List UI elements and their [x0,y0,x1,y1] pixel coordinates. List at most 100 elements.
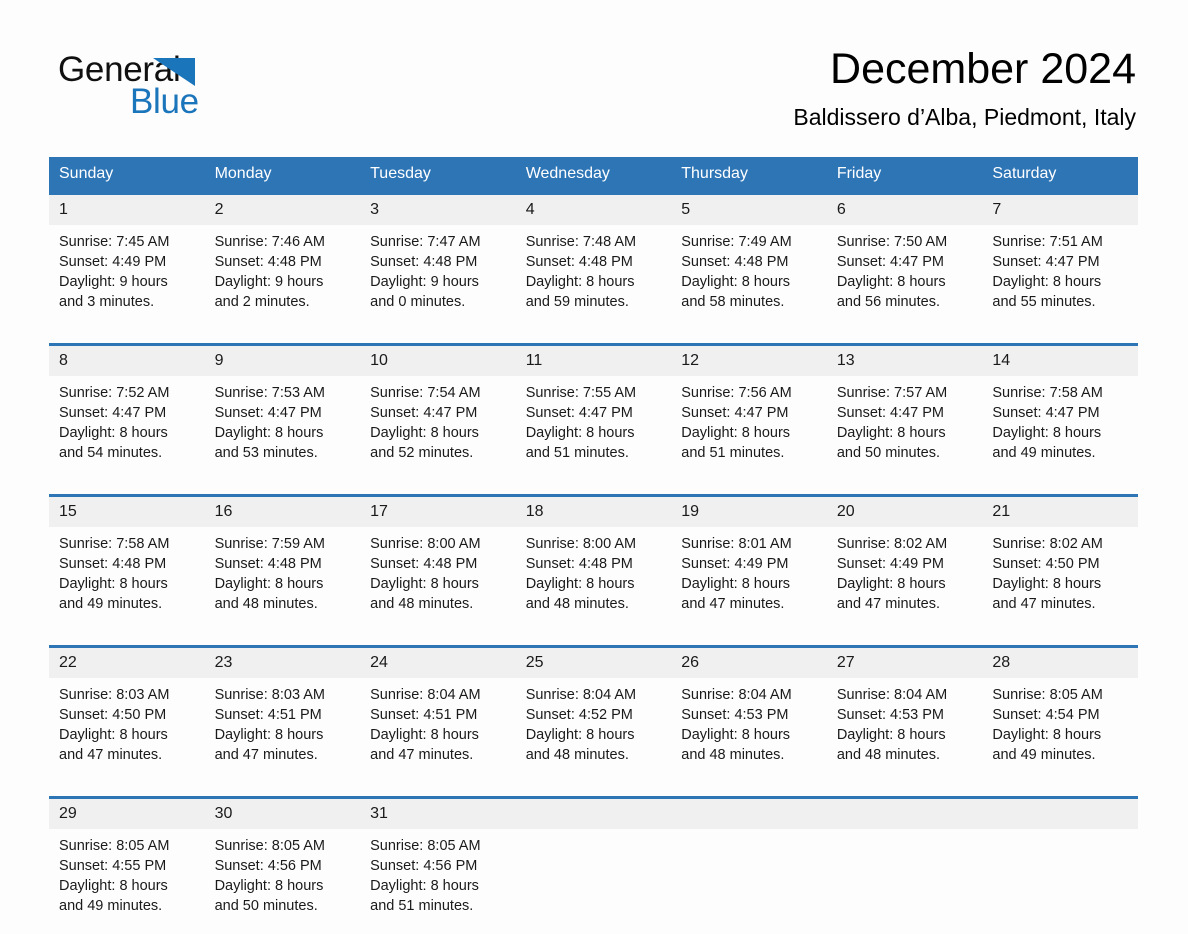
week-detail-row: Sunrise: 7:45 AM Sunset: 4:49 PM Daylight:… [49,225,1138,330]
daylight-text-line2: and 52 minutes. [370,445,474,461]
day-cell[interactable]: Sunrise: 8:00 AM Sunset: 4:48 PM Daylight:… [515,527,672,632]
day-cell[interactable]: Sunrise: 8:04 AM Sunset: 4:53 PM Daylight:… [671,678,827,783]
day-cell[interactable]: Sunrise: 7:58 AM Sunset: 4:47 PM Daylight:… [982,376,1138,481]
day-number[interactable]: 27 [826,648,983,678]
daylight-text-line2: and 51 minutes. [525,445,629,461]
day-cell[interactable]: Sunrise: 7:53 AM Sunset: 4:47 PM Daylight:… [204,376,361,481]
logo-text-blue: Blue [130,82,199,121]
sunrise-text: Sunrise: 8:04 AM [370,687,481,703]
daylight-text-line2: and 50 minutes. [836,445,940,461]
day-number[interactable]: 23 [204,648,361,678]
day-number[interactable]: 29 [49,799,205,829]
day-cell-empty [671,829,827,934]
day-number[interactable]: 12 [671,346,827,376]
day-cell[interactable]: Sunrise: 7:45 AM Sunset: 4:49 PM Daylight:… [49,225,205,330]
day-cell[interactable]: Sunrise: 7:57 AM Sunset: 4:47 PM Daylight:… [826,376,983,481]
week-daynumber-row: 29 30 31 [49,799,1138,829]
day-number[interactable]: 8 [49,346,205,376]
sunset-text: Sunset: 4:47 PM [370,405,478,421]
day-number[interactable]: 11 [515,346,672,376]
day-number[interactable]: 7 [982,195,1138,225]
sunrise-text: Sunrise: 7:52 AM [59,385,170,401]
day-cell[interactable]: Sunrise: 7:52 AM Sunset: 4:47 PM Daylight:… [49,376,205,481]
day-cell[interactable]: Sunrise: 8:05 AM Sunset: 4:56 PM Daylight:… [204,829,361,934]
page-title: December 2024 [830,45,1136,93]
day-cell[interactable]: Sunrise: 8:05 AM Sunset: 4:56 PM Daylight:… [360,829,516,934]
day-cell[interactable]: Sunrise: 8:04 AM Sunset: 4:52 PM Daylight:… [515,678,672,783]
day-cell[interactable]: Sunrise: 7:49 AM Sunset: 4:48 PM Daylight:… [671,225,827,330]
day-cell[interactable]: Sunrise: 8:01 AM Sunset: 4:49 PM Daylight:… [671,527,827,632]
title-block: December 2024 Baldissero d’Alba, Piedmon… [793,44,1136,131]
day-number[interactable]: 17 [360,497,516,527]
day-number[interactable]: 4 [515,195,672,225]
daylight-text-line2: and 50 minutes. [214,898,318,914]
day-cell[interactable]: Sunrise: 8:05 AM Sunset: 4:54 PM Daylight:… [982,678,1138,783]
daylight-text-line1: Daylight: 8 hours [59,425,168,441]
day-number[interactable]: 22 [49,648,205,678]
daylight-text-line2: and 47 minutes. [681,596,785,612]
day-cell[interactable]: Sunrise: 8:02 AM Sunset: 4:49 PM Daylight:… [826,527,983,632]
day-cell[interactable]: Sunrise: 8:04 AM Sunset: 4:53 PM Daylight:… [826,678,983,783]
sunrise-text: Sunrise: 7:55 AM [525,385,637,401]
sunset-text: Sunset: 4:52 PM [525,707,633,723]
sunset-text: Sunset: 4:50 PM [59,707,167,723]
sunrise-text: Sunrise: 7:45 AM [59,234,170,250]
day-cell[interactable]: Sunrise: 7:51 AM Sunset: 4:47 PM Daylight:… [982,225,1138,330]
day-number[interactable]: 30 [204,799,361,829]
day-number[interactable]: 3 [360,195,516,225]
day-cell-empty [826,829,983,934]
day-cell[interactable]: Sunrise: 8:03 AM Sunset: 4:50 PM Daylight:… [49,678,205,783]
sunset-text: Sunset: 4:47 PM [992,254,1100,270]
day-cell[interactable]: Sunrise: 7:56 AM Sunset: 4:47 PM Daylight:… [671,376,827,481]
daylight-text-line1: Daylight: 8 hours [370,878,479,894]
day-number[interactable]: 6 [826,195,983,225]
day-cell-empty [515,829,672,934]
day-cell[interactable]: Sunrise: 7:50 AM Sunset: 4:47 PM Daylight:… [826,225,983,330]
day-number[interactable]: 2 [204,195,361,225]
sunset-text: Sunset: 4:48 PM [214,556,322,572]
day-number[interactable]: 10 [360,346,516,376]
day-number[interactable]: 28 [982,648,1138,678]
day-number[interactable]: 19 [671,497,827,527]
day-number[interactable]: 18 [515,497,672,527]
daylight-text-line2: and 49 minutes. [59,898,163,914]
day-number[interactable]: 13 [826,346,983,376]
daylight-text-line2: and 51 minutes. [681,445,785,461]
week-detail-row: Sunrise: 8:05 AM Sunset: 4:55 PM Daylight:… [49,829,1138,934]
weekday-header-saturday: Saturday [982,157,1138,192]
day-cell[interactable]: Sunrise: 8:03 AM Sunset: 4:51 PM Daylight:… [204,678,361,783]
daylight-text-line2: and 49 minutes. [992,747,1096,763]
day-number[interactable]: 1 [49,195,205,225]
day-number[interactable]: 21 [982,497,1138,527]
day-number[interactable]: 24 [360,648,516,678]
day-cell[interactable]: Sunrise: 8:05 AM Sunset: 4:55 PM Daylight:… [49,829,205,934]
page-subtitle: Baldissero d’Alba, Piedmont, Italy [793,104,1136,130]
day-cell[interactable]: Sunrise: 7:55 AM Sunset: 4:47 PM Daylight:… [515,376,672,481]
daylight-text-line1: Daylight: 8 hours [992,274,1102,290]
week-gap-cell [49,481,1138,494]
sunrise-text: Sunrise: 8:05 AM [59,838,170,854]
general-blue-logo[interactable]: General Blue [58,52,298,122]
day-cell[interactable]: Sunrise: 7:54 AM Sunset: 4:47 PM Daylight:… [360,376,516,481]
sunset-text: Sunset: 4:48 PM [525,254,633,270]
day-cell[interactable]: Sunrise: 8:02 AM Sunset: 4:50 PM Daylight:… [982,527,1138,632]
sunrise-text: Sunrise: 8:02 AM [992,536,1103,552]
day-number[interactable]: 26 [671,648,827,678]
day-number[interactable]: 20 [826,497,983,527]
daylight-text-line2: and 3 minutes. [59,294,155,310]
day-cell[interactable]: Sunrise: 8:04 AM Sunset: 4:51 PM Daylight:… [360,678,516,783]
day-cell[interactable]: Sunrise: 7:59 AM Sunset: 4:48 PM Daylight:… [204,527,361,632]
day-cell[interactable]: Sunrise: 7:46 AM Sunset: 4:48 PM Daylight:… [204,225,361,330]
day-number[interactable]: 25 [515,648,672,678]
day-number[interactable]: 15 [49,497,205,527]
day-number[interactable]: 9 [204,346,361,376]
daylight-text-line1: Daylight: 8 hours [370,576,479,592]
day-cell[interactable]: Sunrise: 7:48 AM Sunset: 4:48 PM Daylight:… [515,225,672,330]
day-number[interactable]: 14 [982,346,1138,376]
day-cell[interactable]: Sunrise: 7:58 AM Sunset: 4:48 PM Daylight:… [49,527,205,632]
day-cell[interactable]: Sunrise: 7:47 AM Sunset: 4:48 PM Daylight:… [360,225,516,330]
day-number[interactable]: 16 [204,497,361,527]
day-number[interactable]: 5 [671,195,827,225]
day-number[interactable]: 31 [360,799,516,829]
day-cell[interactable]: Sunrise: 8:00 AM Sunset: 4:48 PM Daylight:… [360,527,516,632]
